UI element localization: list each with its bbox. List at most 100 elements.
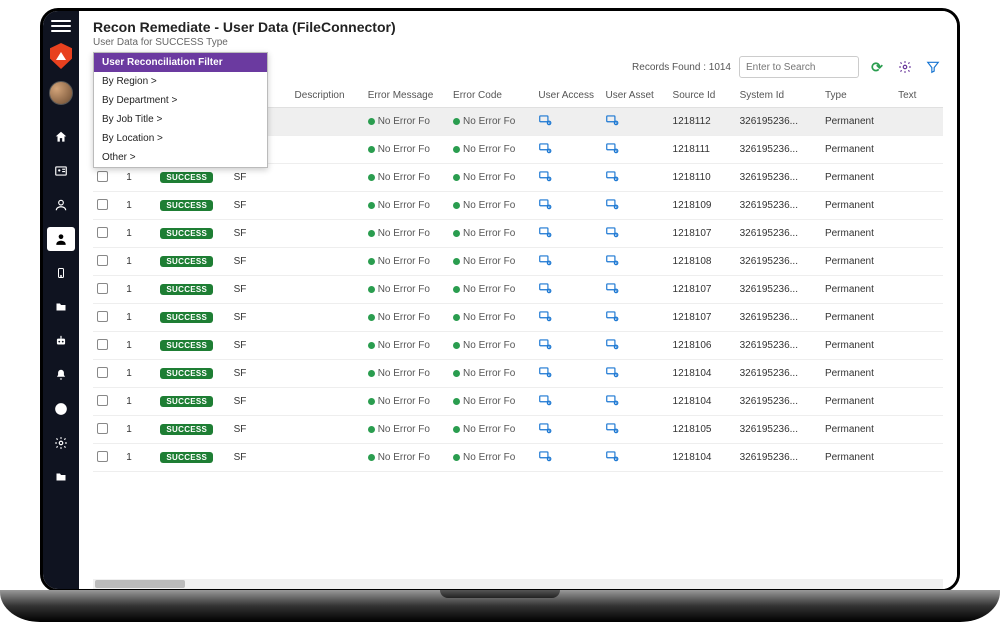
user-asset-icon[interactable] bbox=[605, 144, 619, 158]
user-asset-icon[interactable] bbox=[605, 228, 619, 242]
table-row[interactable]: 1SUCCESSSFNo Error FoNo Error Fo12181043… bbox=[93, 360, 943, 388]
user-asset-icon[interactable] bbox=[605, 452, 619, 466]
row-checkbox[interactable] bbox=[97, 367, 108, 378]
user-asset-icon[interactable] bbox=[605, 284, 619, 298]
nav-id-card[interactable] bbox=[47, 159, 75, 183]
cell-error-code: No Error Fo bbox=[449, 192, 534, 220]
cell-error-message: No Error Fo bbox=[364, 416, 449, 444]
column-header[interactable]: System Id bbox=[736, 84, 821, 108]
nav-settings[interactable] bbox=[47, 431, 75, 455]
horizontal-scrollbar[interactable] bbox=[93, 579, 943, 589]
user-access-icon[interactable] bbox=[538, 228, 552, 242]
column-header[interactable]: Description bbox=[291, 84, 364, 108]
scrollbar-thumb[interactable] bbox=[95, 580, 185, 588]
filter-funnel-icon[interactable] bbox=[923, 57, 943, 77]
row-checkbox[interactable] bbox=[97, 199, 108, 210]
cell-system-id: 326195236... bbox=[736, 220, 821, 248]
settings-icon[interactable] bbox=[895, 57, 915, 77]
filter-item[interactable]: By Department > bbox=[94, 91, 267, 110]
app-logo-icon[interactable] bbox=[50, 43, 72, 69]
row-checkbox[interactable] bbox=[97, 255, 108, 266]
table-row[interactable]: 1SUCCESSSFNo Error FoNo Error Fo12181073… bbox=[93, 276, 943, 304]
table-row[interactable]: 1SUCCESSSFNo Error FoNo Error Fo12181093… bbox=[93, 192, 943, 220]
column-header[interactable]: User Asset bbox=[601, 84, 668, 108]
row-checkbox[interactable] bbox=[97, 311, 108, 322]
user-access-icon[interactable] bbox=[538, 368, 552, 382]
user-asset-icon[interactable] bbox=[605, 200, 619, 214]
row-number: 1 bbox=[122, 304, 156, 332]
column-header[interactable]: User Access bbox=[534, 84, 601, 108]
laptop-base bbox=[0, 590, 1000, 622]
table-row[interactable]: 1SUCCESSSFNo Error FoNo Error Fo12181043… bbox=[93, 388, 943, 416]
user-access-icon[interactable] bbox=[538, 424, 552, 438]
user-asset-icon[interactable] bbox=[605, 116, 619, 130]
user-access-icon[interactable] bbox=[538, 144, 552, 158]
user-asset-icon[interactable] bbox=[605, 424, 619, 438]
user-access-icon[interactable] bbox=[538, 116, 552, 130]
cell-text bbox=[894, 136, 943, 164]
nav-user-solid[interactable] bbox=[47, 227, 75, 251]
user-asset-icon[interactable] bbox=[605, 396, 619, 410]
row-checkbox[interactable] bbox=[97, 339, 108, 350]
user-access-icon[interactable] bbox=[538, 396, 552, 410]
table-row[interactable]: 1SUCCESSSFNo Error FoNo Error Fo12181043… bbox=[93, 444, 943, 472]
user-access-icon[interactable] bbox=[538, 200, 552, 214]
filter-item[interactable]: By Location > bbox=[94, 129, 267, 148]
user-access-icon[interactable] bbox=[538, 340, 552, 354]
user-asset-icon[interactable] bbox=[605, 340, 619, 354]
nav-robot[interactable] bbox=[47, 329, 75, 353]
cell-type: Permanent bbox=[821, 304, 894, 332]
nav-home[interactable] bbox=[47, 125, 75, 149]
records-found-label: Records Found : 1014 bbox=[632, 62, 731, 73]
nav-folder2[interactable] bbox=[47, 465, 75, 489]
row-checkbox[interactable] bbox=[97, 423, 108, 434]
filter-item[interactable]: By Region > bbox=[94, 72, 267, 91]
row-checkbox[interactable] bbox=[97, 451, 108, 462]
cell-source-id: 1218106 bbox=[669, 332, 736, 360]
nav-folder[interactable] bbox=[47, 295, 75, 319]
user-asset-icon[interactable] bbox=[605, 172, 619, 186]
column-header[interactable]: Type bbox=[821, 84, 894, 108]
table-row[interactable]: 1SUCCESSSFNo Error FoNo Error Fo12181073… bbox=[93, 220, 943, 248]
cell-description bbox=[291, 332, 364, 360]
user-asset-icon[interactable] bbox=[605, 256, 619, 270]
row-checkbox[interactable] bbox=[97, 395, 108, 406]
user-access-icon[interactable] bbox=[538, 312, 552, 326]
user-access-icon[interactable] bbox=[538, 256, 552, 270]
menu-toggle-icon[interactable] bbox=[51, 17, 71, 35]
cell-error-message: No Error Fo bbox=[364, 388, 449, 416]
filter-dropdown: User Reconciliation Filter By Region >By… bbox=[93, 52, 268, 168]
cell-city: SF bbox=[230, 444, 291, 472]
row-checkbox[interactable] bbox=[97, 227, 108, 238]
nav-bell[interactable] bbox=[47, 363, 75, 387]
column-header[interactable]: Text bbox=[894, 84, 943, 108]
filter-item[interactable]: Other > bbox=[94, 148, 267, 167]
cell-description bbox=[291, 276, 364, 304]
user-asset-icon[interactable] bbox=[605, 368, 619, 382]
cell-description bbox=[291, 388, 364, 416]
filter-item[interactable]: By Job Title > bbox=[94, 110, 267, 129]
avatar[interactable] bbox=[49, 81, 73, 105]
refresh-icon[interactable]: ⟳ bbox=[867, 57, 887, 77]
row-checkbox[interactable] bbox=[97, 283, 108, 294]
user-access-icon[interactable] bbox=[538, 284, 552, 298]
nav-chart[interactable] bbox=[47, 397, 75, 421]
table-row[interactable]: 1SUCCESSSFNo Error FoNo Error Fo12181083… bbox=[93, 248, 943, 276]
cell-source-id: 1218105 bbox=[669, 416, 736, 444]
cell-city: SF bbox=[230, 388, 291, 416]
cell-error-message: No Error Fo bbox=[364, 332, 449, 360]
table-row[interactable]: 1SUCCESSSFNo Error FoNo Error Fo12181053… bbox=[93, 416, 943, 444]
user-access-icon[interactable] bbox=[538, 452, 552, 466]
column-header[interactable]: Error Code bbox=[449, 84, 534, 108]
column-header[interactable]: Source Id bbox=[669, 84, 736, 108]
table-row[interactable]: 1SUCCESSSFNo Error FoNo Error Fo12181063… bbox=[93, 332, 943, 360]
user-asset-icon[interactable] bbox=[605, 312, 619, 326]
column-header[interactable]: Error Message bbox=[364, 84, 449, 108]
search-input[interactable] bbox=[739, 56, 859, 78]
nav-mobile[interactable] bbox=[47, 261, 75, 285]
row-checkbox[interactable] bbox=[97, 171, 108, 182]
nav-user-outline[interactable] bbox=[47, 193, 75, 217]
user-access-icon[interactable] bbox=[538, 172, 552, 186]
cell-error-code: No Error Fo bbox=[449, 332, 534, 360]
table-row[interactable]: 1SUCCESSSFNo Error FoNo Error Fo12181073… bbox=[93, 304, 943, 332]
